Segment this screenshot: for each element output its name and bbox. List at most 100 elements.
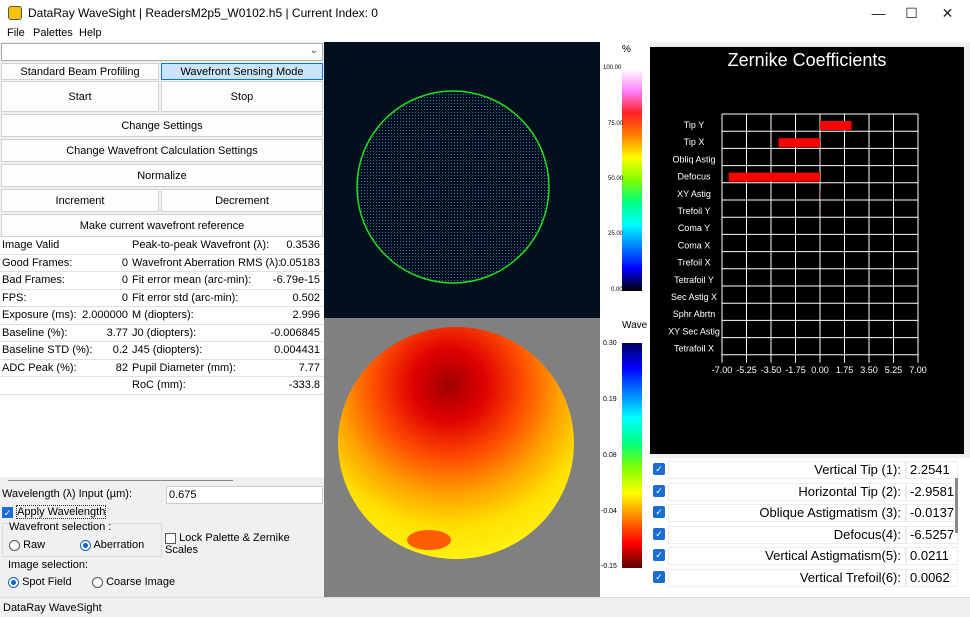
zernike-list-item[interactable]: ✓ Vertical Tip (1): 2.2541 — [648, 458, 970, 480]
zernike-chart: Zernike Coefficients Tip Y Tip X Obliq Ast… — [650, 47, 964, 454]
x-tick-label: 7.00 — [909, 365, 927, 375]
title-bar: DataRay WaveSight | ReadersM2p5_W0102.h5… — [0, 0, 970, 26]
wavefront-map-surface — [338, 327, 574, 559]
stat-label-2: Fit error mean (arc-min): — [132, 274, 252, 286]
close-button[interactable]: ✕ — [925, 0, 970, 26]
stat-value-2: -333.8 — [288, 379, 320, 391]
status-bar: DataRay WaveSight — [0, 597, 970, 617]
category-label: Coma Y — [678, 223, 710, 233]
spot-field-image[interactable] — [324, 42, 600, 318]
standard-beam-profiling-button[interactable]: Standard Beam Profiling — [1, 63, 159, 80]
wavelength-input[interactable] — [166, 486, 323, 504]
stats-row: RoC (mm): -333.8 — [0, 377, 324, 395]
stat-label-2: M (diopters): — [132, 309, 194, 321]
stat-value-2: 7.77 — [298, 361, 320, 374]
wave-tick: -0.04 — [601, 508, 617, 515]
zernike-term-value: -6.5257 — [906, 525, 958, 544]
category-label: Sec Astig X — [671, 292, 717, 302]
zernike-term-label: Vertical Astigmatism(5): — [668, 547, 906, 565]
stat-label-2: J0 (diopters): — [132, 326, 197, 339]
zernike-bar — [778, 138, 820, 148]
normalize-button[interactable]: Normalize — [1, 164, 323, 187]
zernike-term-label: Vertical Tip (1): — [668, 461, 906, 479]
stats-row: Baseline (%): 3.77 J0 (diopters): -0.006… — [0, 325, 324, 342]
radio-selected-icon — [8, 576, 19, 588]
stats-row: Bad Frames: 0 Fit error mean (arc-min): … — [0, 272, 324, 290]
checkbox-check-icon[interactable]: ✓ — [653, 484, 665, 497]
menu-file[interactable]: File — [7, 27, 25, 39]
x-tick-label: -7.00 — [712, 365, 733, 375]
zernike-list-item[interactable]: ✓ Oblique Astigmatism (3): -0.0137 — [648, 501, 970, 523]
x-tick-label: 3.50 — [860, 365, 878, 375]
spot-field-canvas — [356, 90, 550, 284]
stat-value: 3.77 — [106, 326, 128, 339]
category-label: Tip Y — [684, 120, 705, 130]
zernike-term-value: -0.0137 — [906, 504, 958, 522]
stat-value: 0.2 — [112, 344, 128, 356]
start-button[interactable]: Start — [1, 81, 159, 112]
intensity-tick: 75.00 — [608, 121, 624, 127]
apply-wavelength-checkbox[interactable]: ✓ Apply Wavelength — [2, 505, 107, 519]
aberration-radio[interactable]: Aberration — [80, 539, 144, 551]
zernike-list-scrollbar[interactable] — [955, 478, 958, 533]
zernike-term-label: Vertical Trefoil(6): — [668, 568, 906, 587]
wavefront-map-canvas — [338, 327, 574, 559]
raw-label: Raw — [23, 539, 46, 551]
zernike-bar — [728, 172, 820, 182]
stat-label-2: Peak-to-peak Wavefront (λ): — [132, 239, 270, 251]
make-reference-button[interactable]: Make current wavefront reference — [1, 214, 323, 237]
category-label: XY Astig — [677, 189, 711, 199]
stat-label-2: Fit error std (arc-min): — [132, 291, 239, 304]
intensity-tick: 25.00 — [608, 231, 624, 237]
checkbox-check-icon[interactable]: ✓ — [653, 570, 665, 583]
menu-palettes[interactable]: Palettes — [33, 27, 73, 39]
stat-value-2: -6.79e-15 — [272, 274, 320, 286]
stat-value-2: 0.3536 — [286, 239, 320, 251]
window-title: DataRay WaveSight | ReadersM2p5_W0102.h5… — [28, 6, 378, 20]
spot-grid — [357, 91, 549, 283]
coarse-image-label: Coarse Image — [106, 576, 176, 588]
lock-palette-checkbox[interactable]: Lock Palette & Zernike Scales — [165, 532, 324, 556]
zernike-list-item[interactable]: ✓ Vertical Astigmatism(5): 0.0211 — [648, 544, 970, 566]
stat-label-2: Pupil Diameter (mm): — [132, 361, 236, 374]
wave-tick: 0.30 — [603, 340, 617, 347]
menu-help[interactable]: Help — [79, 27, 102, 39]
change-wavefront-settings-button[interactable]: Change Wavefront Calculation Settings — [1, 139, 323, 162]
zernike-term-label: Oblique Astigmatism (3): — [668, 504, 906, 522]
x-tick-label: -5.25 — [736, 365, 757, 375]
zernike-list-item[interactable]: ✓ Defocus(4): -6.5257 — [648, 523, 970, 545]
checkbox-check-icon[interactable]: ✓ — [653, 506, 665, 518]
zernike-term-value: 2.2541 — [906, 461, 958, 479]
decrement-button[interactable]: Decrement — [161, 189, 323, 212]
checkbox-check-icon[interactable]: ✓ — [653, 549, 665, 561]
stats-panel: Image Valid Peak-to-peak Wavefront (λ): … — [0, 237, 324, 477]
category-label: Tetrafoil X — [674, 344, 714, 354]
raw-radio[interactable]: Raw — [9, 539, 45, 551]
increment-button[interactable]: Increment — [1, 189, 159, 212]
stat-label: Image Valid — [2, 239, 60, 251]
coarse-image-radio[interactable]: Coarse Image — [92, 576, 175, 588]
spot-field-radio[interactable]: Spot Field — [8, 576, 72, 588]
menu-bar: File Palettes Help — [0, 26, 970, 42]
device-combo[interactable]: ⌄ — [1, 43, 323, 61]
checkbox-check-icon[interactable]: ✓ — [653, 463, 665, 475]
stat-value: 0 — [121, 274, 128, 286]
checkbox-check-icon[interactable]: ✓ — [653, 527, 665, 540]
change-settings-button[interactable]: Change Settings — [1, 114, 323, 137]
wavelength-label: Wavelength (λ) Input (µm): — [2, 488, 133, 500]
stats-row: Image Valid Peak-to-peak Wavefront (λ): … — [0, 237, 324, 255]
chevron-down-icon: ⌄ — [309, 45, 318, 56]
x-tick-label: 1.75 — [836, 365, 854, 375]
zernike-term-value: 0.0062 — [906, 568, 958, 587]
category-label: Tetrafoil Y — [674, 275, 714, 285]
wavefront-sensing-mode-button[interactable]: Wavefront Sensing Mode — [161, 63, 323, 80]
zernike-term-value: -2.9581 — [906, 482, 958, 501]
wavefront-map-image[interactable] — [324, 318, 600, 597]
wave-unit: Wave — [622, 320, 648, 331]
zernike-list-item[interactable]: ✓ Horizontal Tip (2): -2.9581 — [648, 480, 970, 502]
category-label: XY Sec Astig — [668, 326, 720, 336]
category-label: Coma X — [678, 240, 711, 250]
stop-button[interactable]: Stop — [161, 81, 323, 112]
zernike-list-item[interactable]: ✓ Vertical Trefoil(6): 0.0062 — [648, 566, 970, 588]
stat-value-2: 0.004431 — [274, 344, 320, 356]
